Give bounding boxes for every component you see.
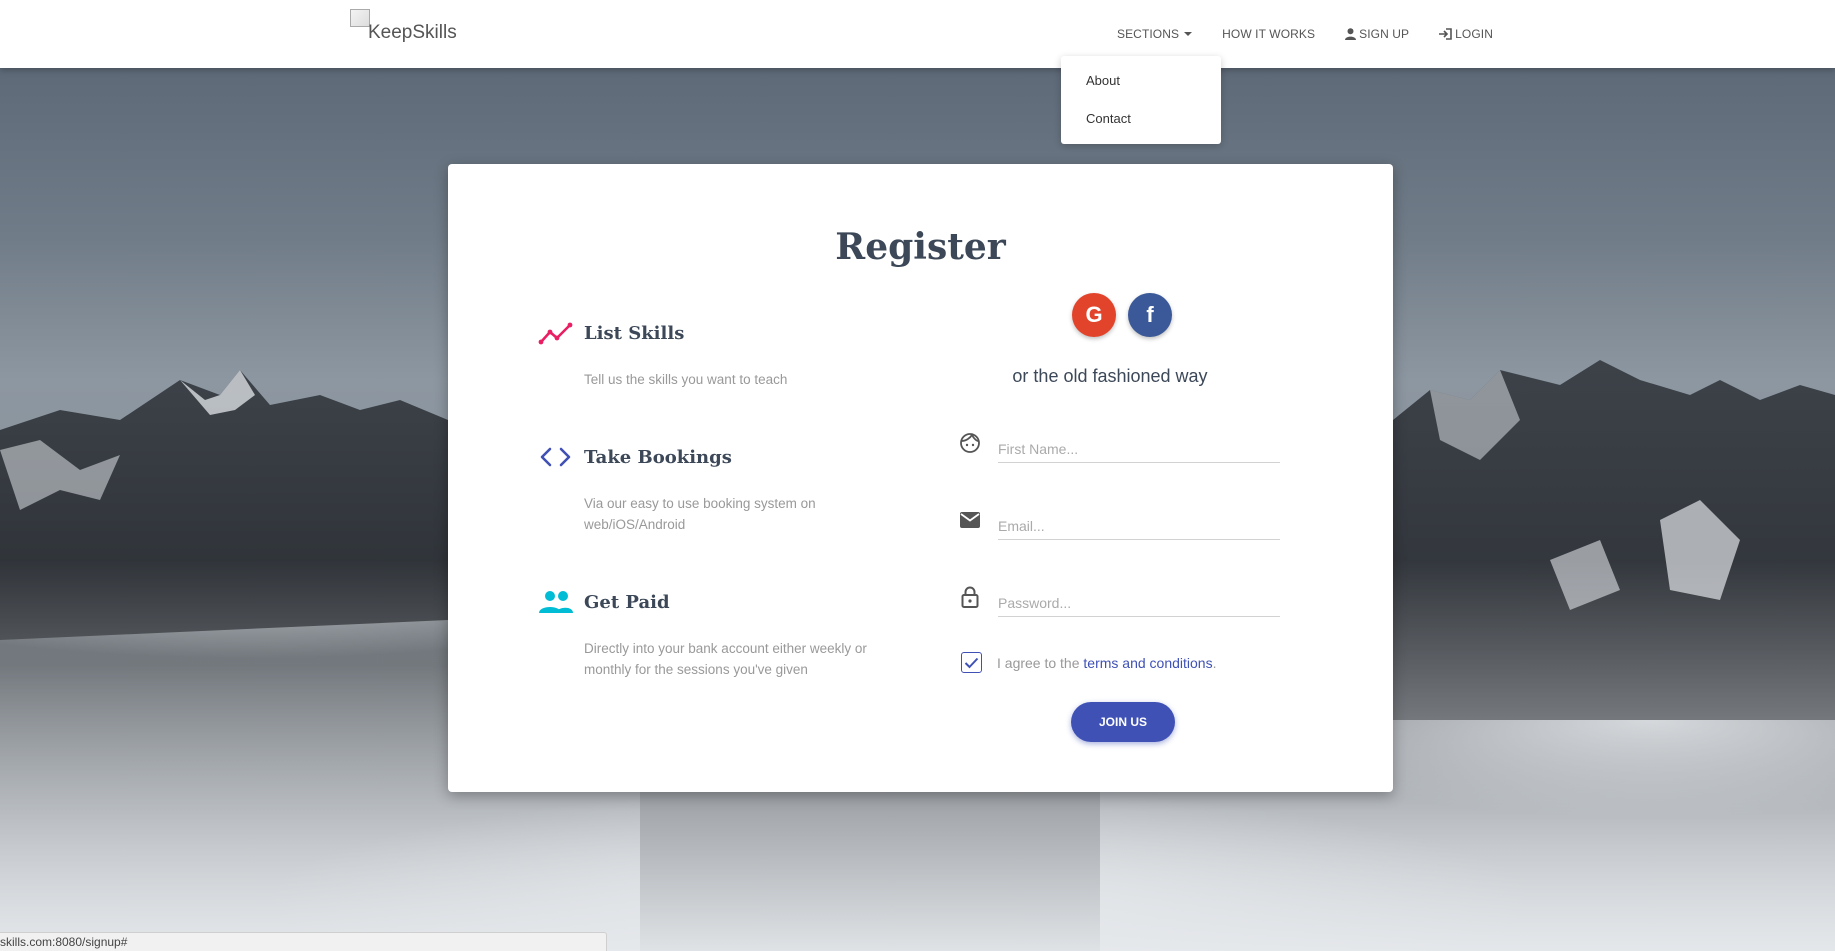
dropdown-item-contact[interactable]: Contact: [1061, 110, 1221, 148]
trending-icon: [538, 322, 573, 345]
nav-sections[interactable]: SECTIONS: [1116, 27, 1193, 41]
page-title: Register: [835, 226, 1006, 268]
terms-checkbox[interactable]: [961, 652, 982, 673]
people-icon: [539, 591, 573, 613]
terms-text: I agree to the terms and conditions.: [997, 655, 1216, 671]
first-name-input[interactable]: [998, 435, 1280, 463]
email-field: [958, 506, 1284, 546]
nav-sign-up-label: SIGN UP: [1359, 27, 1410, 41]
browser-status-bar: skills.com:8080/signup#: [0, 932, 607, 951]
terms-link[interactable]: terms and conditions: [1083, 655, 1212, 671]
feature-desc: Directly into your bank account either w…: [584, 641, 867, 677]
first-name-field: [958, 429, 1284, 469]
feature-title: List Skills: [584, 323, 685, 344]
nav-how-it-works-label: HOW IT WORKS: [1222, 27, 1316, 41]
register-card: Register List Skills Tell us the skills …: [448, 164, 1393, 792]
google-icon: G: [1085, 302, 1103, 327]
feature-title: Get Paid: [584, 592, 670, 613]
password-field: [958, 583, 1284, 623]
top-navbar: KeepSkills SECTIONS HOW IT WORKS SIGN UP…: [0, 0, 1835, 68]
social-login-buttons: G f: [1072, 293, 1172, 337]
feature-desc: Via our easy to use booking system on we…: [584, 496, 816, 532]
password-input[interactable]: [998, 589, 1280, 617]
broken-image-icon: [350, 9, 370, 27]
terms-prefix: I agree to the: [997, 654, 1084, 671]
login-icon: [1439, 28, 1452, 40]
brand-logo[interactable]: KeepSkills: [350, 8, 457, 48]
brand-name: KeepSkills: [368, 22, 457, 43]
mail-icon: [960, 512, 980, 528]
facebook-icon: f: [1146, 302, 1154, 327]
old-fashioned-way-text: or the old fashioned way: [1012, 366, 1208, 386]
feature-title: Take Bookings: [584, 447, 732, 468]
terms-suffix: .: [1212, 654, 1217, 671]
face-icon: [960, 433, 980, 453]
terms-agreement: I agree to the terms and conditions.: [961, 652, 1216, 673]
nav-login-label: LOGIN: [1455, 27, 1493, 41]
nav-sign-up[interactable]: SIGN UP: [1345, 27, 1409, 41]
lock-icon: [961, 586, 979, 608]
nav-how-it-works[interactable]: HOW IT WORKS: [1222, 27, 1315, 41]
sections-dropdown-menu: About Contact: [1061, 56, 1221, 144]
google-login-button[interactable]: G: [1072, 293, 1116, 337]
user-icon: [1345, 28, 1357, 40]
join-us-button[interactable]: Join Us: [1071, 702, 1175, 742]
code-icon: [540, 447, 571, 467]
feature-desc: Tell us the skills you want to teach: [584, 372, 788, 387]
email-input[interactable]: [998, 512, 1280, 540]
dropdown-item-about[interactable]: About: [1061, 72, 1221, 110]
nav-sections-label: SECTIONS: [1116, 27, 1180, 41]
caret-down-icon: [1184, 32, 1193, 36]
nav-login[interactable]: LOGIN: [1439, 27, 1493, 41]
check-icon: [964, 657, 979, 668]
facebook-login-button[interactable]: f: [1128, 293, 1172, 337]
